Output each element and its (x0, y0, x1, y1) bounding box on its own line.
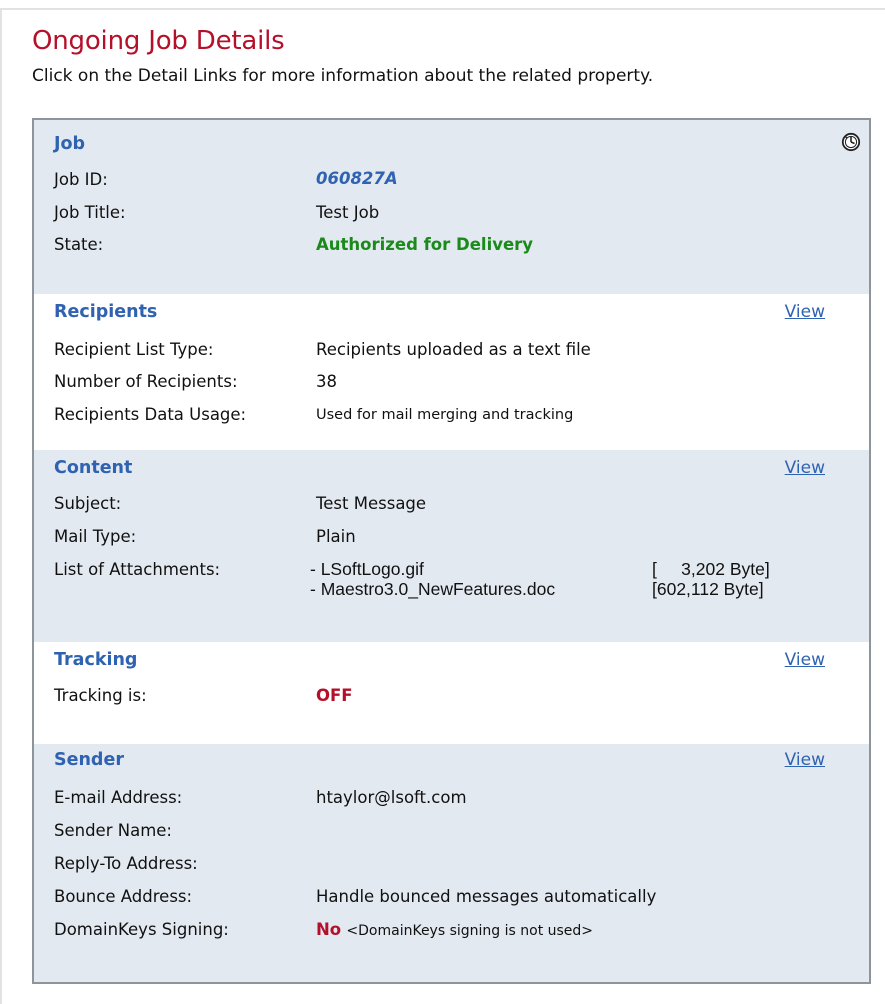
content-heading: Content (54, 458, 133, 478)
sender-heading: Sender (54, 750, 124, 770)
recipient-list-type-value: Recipients uploaded as a text file (316, 340, 591, 359)
subject-value: Test Message (316, 494, 427, 513)
subject-label: Subject: (54, 494, 122, 513)
attachments-label: List of Attachments: (54, 560, 221, 579)
tracking-status-value: OFF (316, 686, 353, 705)
tracking-view-link[interactable]: View (785, 650, 825, 670)
state-value: Authorized for Delivery (316, 235, 534, 254)
tracking-section: Tracking View Tracking is: OFF (34, 642, 869, 744)
attachment-size: [602,112 Byte] (652, 579, 764, 599)
sender-name-label: Sender Name: (54, 821, 172, 840)
sender-section: Sender View E-mail Address: htaylor@lsof… (34, 744, 869, 982)
attachment-name: - LSoftLogo.gif (310, 559, 424, 579)
clock-icon[interactable] (841, 132, 861, 152)
sender-view-link[interactable]: View (785, 750, 825, 770)
bounce-address-value: Handle bounced messages automatically (316, 887, 657, 906)
job-title-label: Job Title: (54, 203, 126, 222)
tracking-heading: Tracking (54, 650, 138, 670)
recipient-list-type-label: Recipient List Type: (54, 340, 214, 359)
recipient-count-value: 38 (316, 372, 337, 391)
recipients-section: Recipients View Recipient List Type: Rec… (34, 294, 869, 450)
job-title-value: Test Job (316, 203, 380, 222)
reply-to-label: Reply-To Address: (54, 854, 198, 873)
sender-email-label: E-mail Address: (54, 788, 183, 807)
recipients-view-link[interactable]: View (785, 302, 825, 322)
top-divider (0, 8, 885, 10)
left-divider (0, 8, 2, 1004)
bounce-address-label: Bounce Address: (54, 887, 193, 906)
job-id-label: Job ID: (54, 170, 108, 189)
job-heading: Job (54, 134, 86, 154)
mail-type-value: Plain (316, 527, 356, 546)
tracking-status-label: Tracking is: (54, 686, 147, 705)
recipient-count-label: Number of Recipients: (54, 372, 238, 391)
content-view-link[interactable]: View (785, 458, 825, 478)
domainkeys-value: No <DomainKeys signing is not used> (316, 920, 593, 939)
recipient-data-usage-label: Recipients Data Usage: (54, 405, 247, 424)
domainkeys-status: No (316, 920, 342, 939)
sender-email-value: htaylor@lsoft.com (316, 788, 467, 807)
page-title: Ongoing Job Details (32, 26, 285, 56)
attachment-size: [ 3,202 Byte] (652, 559, 770, 579)
job-section: Job Job ID: 060827A Job Title: Test Job … (34, 120, 869, 294)
content-section: Content View Subject: Test Message Mail … (34, 450, 869, 642)
mail-type-label: Mail Type: (54, 527, 137, 546)
page-subtitle: Click on the Detail Links for more infor… (32, 66, 654, 86)
state-label: State: (54, 235, 104, 254)
recipients-heading: Recipients (54, 302, 158, 322)
job-id-value: 060827A (316, 169, 398, 188)
job-details-panel: Job Job ID: 060827A Job Title: Test Job … (32, 118, 871, 984)
recipient-data-usage-value: Used for mail merging and tracking (316, 407, 574, 423)
attachment-name: - Maestro3.0_NewFeatures.doc (310, 579, 556, 599)
domainkeys-label: DomainKeys Signing: (54, 920, 229, 939)
domainkeys-note: <DomainKeys signing is not used> (346, 923, 594, 939)
